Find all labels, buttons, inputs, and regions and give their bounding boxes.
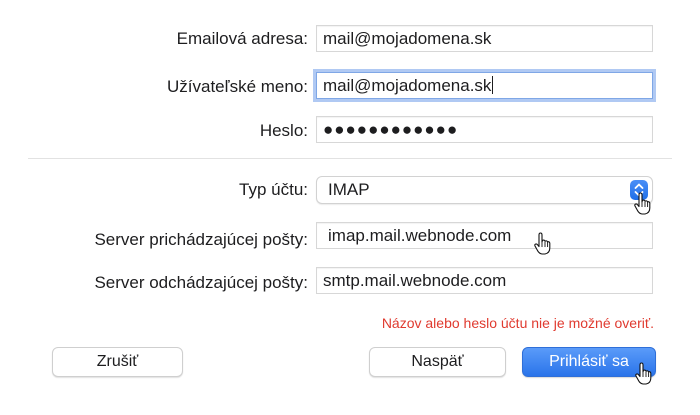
account-type-select[interactable]: IMAP (316, 176, 653, 204)
email-value: mail@mojadomena.sk (323, 29, 492, 48)
hand-pointer-icon (634, 192, 651, 215)
account-setup-sheet: Emailová adresa: mail@mojadomena.sk Užív… (0, 0, 700, 415)
username-value-wrap: mail@mojadomena.sk (323, 76, 494, 96)
incoming-server-field[interactable]: imap.mail.webnode.com (316, 222, 653, 249)
outgoing-server-field[interactable]: smtp.mail.webnode.com (316, 267, 653, 294)
email-label: Emailová adresa: (176, 29, 308, 48)
account-type-label: Typ účtu: (239, 180, 308, 199)
username-value: mail@mojadomena.sk (323, 76, 492, 95)
username-field[interactable]: mail@mojadomena.sk (316, 72, 653, 99)
error-message: Názov alebo heslo účtu nie je možné over… (381, 315, 654, 331)
incoming-server-label: Server prichádzajúcej pošty: (94, 230, 308, 249)
outgoing-server-label: Server odchádzajúcej pošty: (94, 273, 308, 292)
password-field[interactable]: ●●●●●●●●●●●● (316, 116, 653, 143)
password-label: Heslo: (259, 121, 308, 140)
hand-pointer-icon (534, 232, 551, 255)
outgoing-server-value: smtp.mail.webnode.com (323, 271, 507, 290)
back-button[interactable]: Naspäť (369, 347, 506, 377)
password-value: ●●●●●●●●●●●● (323, 120, 459, 139)
username-label: Užívateľské meno: (166, 77, 308, 96)
hand-pointer-icon (635, 362, 652, 385)
text-caret (492, 76, 494, 94)
email-field[interactable]: mail@mojadomena.sk (316, 25, 653, 52)
account-type-value: IMAP (328, 180, 370, 199)
incoming-server-value: imap.mail.webnode.com (328, 226, 512, 245)
cancel-button[interactable]: Zrušiť (52, 347, 183, 377)
section-divider (28, 158, 672, 159)
